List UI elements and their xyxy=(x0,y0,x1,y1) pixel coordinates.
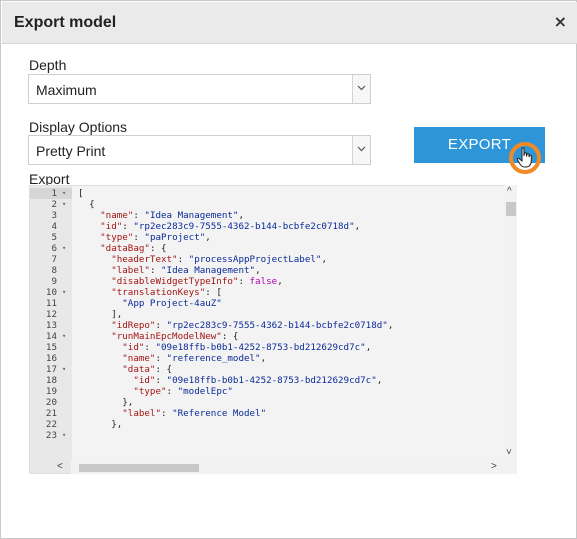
code-line: 6 ▾ "dataBag": { xyxy=(30,243,516,254)
code-line: 22 }, xyxy=(30,419,516,430)
code-text: "disableWidgetTypeInfo": false, xyxy=(111,276,283,287)
vertical-scroll-thumb[interactable] xyxy=(506,202,516,216)
code-line: 21 "label": "Reference Model" xyxy=(30,408,516,419)
code-line: 16 "name": "reference_model", xyxy=(30,353,516,364)
chevron-down-icon[interactable]: ˅ xyxy=(506,447,512,459)
code-line: 9 "disableWidgetTypeInfo": false, xyxy=(30,276,516,287)
line-number: 9 xyxy=(51,276,57,287)
line-number: 13 xyxy=(45,320,57,331)
horizontal-scrollbar[interactable]: < > xyxy=(57,461,517,474)
code-line: 12 ], xyxy=(30,309,516,320)
code-text: "translationKeys": [ xyxy=(111,287,222,298)
code-text: "runMainEpcModelNew": { xyxy=(111,331,239,342)
code-text: "data": { xyxy=(122,364,173,375)
code-text: "id": "09e18ffb-b0b1-4252-8753-bd212629c… xyxy=(133,375,383,386)
code-text: "type": "modelEpc" xyxy=(133,386,233,397)
fold-toggle-icon[interactable]: ▾ xyxy=(62,364,70,375)
display-options-label: Display Options xyxy=(29,119,128,135)
code-line: 8 "label": "Idea Management", xyxy=(30,265,516,276)
code-text: "name": "Idea Management", xyxy=(100,210,245,221)
fold-toggle-icon[interactable]: ▾ xyxy=(62,243,70,254)
chevron-up-icon[interactable]: ^ xyxy=(507,186,512,198)
code-line: 4 "id": "rp2ec283c9-7555-4362-b144-bcbfe… xyxy=(30,221,516,232)
code-line: 2 ▾ { xyxy=(30,199,516,210)
code-text: "id": "rp2ec283c9-7555-4362-b144-bcbfe2c… xyxy=(100,221,361,232)
depth-select[interactable]: Maximum xyxy=(28,74,371,104)
code-line: 19 "type": "modelEpc" xyxy=(30,386,516,397)
horizontal-scroll-thumb[interactable] xyxy=(79,464,199,472)
code-line: 18 "id": "09e18ffb-b0b1-4252-8753-bd2126… xyxy=(30,375,516,386)
line-number: 19 xyxy=(45,386,57,397)
fold-toggle-icon[interactable]: ▾ xyxy=(62,331,70,342)
code-line: 13 "idRepo": "rp2ec283c9-7555-4362-b144-… xyxy=(30,320,516,331)
export-code-editor[interactable]: 1 ▾[2 ▾ {3 "name": "Idea Management", 4 "id… xyxy=(29,185,517,474)
chevron-left-icon[interactable]: < xyxy=(57,461,63,473)
line-number: 15 xyxy=(45,342,57,353)
depth-label: Depth xyxy=(29,57,67,73)
display-options-select-value: Pretty Print xyxy=(36,143,106,159)
code-line: 10 ▾ "translationKeys": [ xyxy=(30,287,516,298)
line-number: 18 xyxy=(45,375,57,386)
code-text: }, xyxy=(78,397,134,408)
code-line: 23 ▾ xyxy=(30,430,516,441)
code-text: "type": "paProject", xyxy=(100,232,211,243)
line-number: 8 xyxy=(51,265,57,276)
code-line: 7 "headerText": "processAppProjectLabel"… xyxy=(30,254,516,265)
display-options-select[interactable]: Pretty Print xyxy=(28,135,371,165)
code-line: 5 "type": "paProject", xyxy=(30,232,516,243)
export-model-dialog: Export model × Depth Maximum Display Opt… xyxy=(0,0,577,539)
line-number: 16 xyxy=(45,353,57,364)
code-text: "label": "Idea Management", xyxy=(111,265,261,276)
vertical-scrollbar[interactable]: ^ ˅ xyxy=(504,185,517,461)
code-line: 14 ▾ "runMainEpcModelNew": { xyxy=(30,331,516,342)
code-text: "name": "reference_model", xyxy=(122,353,267,364)
line-number: 21 xyxy=(45,408,57,419)
close-icon[interactable]: × xyxy=(554,14,567,30)
code-text: [ xyxy=(78,188,84,199)
line-number: 22 xyxy=(45,419,57,430)
line-number: 3 xyxy=(51,210,57,221)
fold-toggle-icon[interactable]: ▾ xyxy=(62,199,70,210)
code-line: 3 "name": "Idea Management", xyxy=(30,210,516,221)
code-text: "idRepo": "rp2ec283c9-7555-4362-b144-bcb… xyxy=(111,320,394,331)
code-text: "dataBag": { xyxy=(100,243,167,254)
code-text: "App Project-4auZ" xyxy=(122,298,222,309)
fold-toggle-icon[interactable]: ▾ xyxy=(62,287,70,298)
fold-toggle-icon[interactable]: ▾ xyxy=(62,188,70,199)
chevron-right-icon[interactable]: > xyxy=(491,461,497,473)
code-line: 20 }, xyxy=(30,397,516,408)
code-line: 15 "id": "09e18ffb-b0b1-4252-8753-bd2126… xyxy=(30,342,516,353)
fold-toggle-icon[interactable]: ▾ xyxy=(62,430,70,441)
depth-select-value: Maximum xyxy=(36,82,97,98)
code-text: "headerText": "processAppProjectLabel", xyxy=(111,254,327,265)
code-line: 11 "App Project-4auZ" xyxy=(30,298,516,309)
code-text: "id": "09e18ffb-b0b1-4252-8753-bd212629c… xyxy=(122,342,372,353)
line-number: 11 xyxy=(45,298,57,309)
line-number: 5 xyxy=(51,232,57,243)
dialog-title: Export model xyxy=(14,14,117,31)
hand-pointer-icon xyxy=(515,147,535,174)
code-text: ], xyxy=(78,309,123,320)
dialog-titlebar: Export model × xyxy=(2,2,577,44)
line-number: 20 xyxy=(45,397,57,408)
line-number: 4 xyxy=(51,221,57,232)
chevron-down-icon[interactable] xyxy=(352,136,370,164)
chevron-down-icon[interactable] xyxy=(352,75,370,103)
line-number: 12 xyxy=(45,309,57,320)
code-text: "label": "Reference Model" xyxy=(122,408,267,419)
code-text: { xyxy=(78,199,95,210)
code-line: 17 ▾ "data": { xyxy=(30,364,516,375)
code-text: }, xyxy=(78,419,123,430)
code-line: 1 ▾[ xyxy=(30,188,516,199)
line-number: 7 xyxy=(51,254,57,265)
